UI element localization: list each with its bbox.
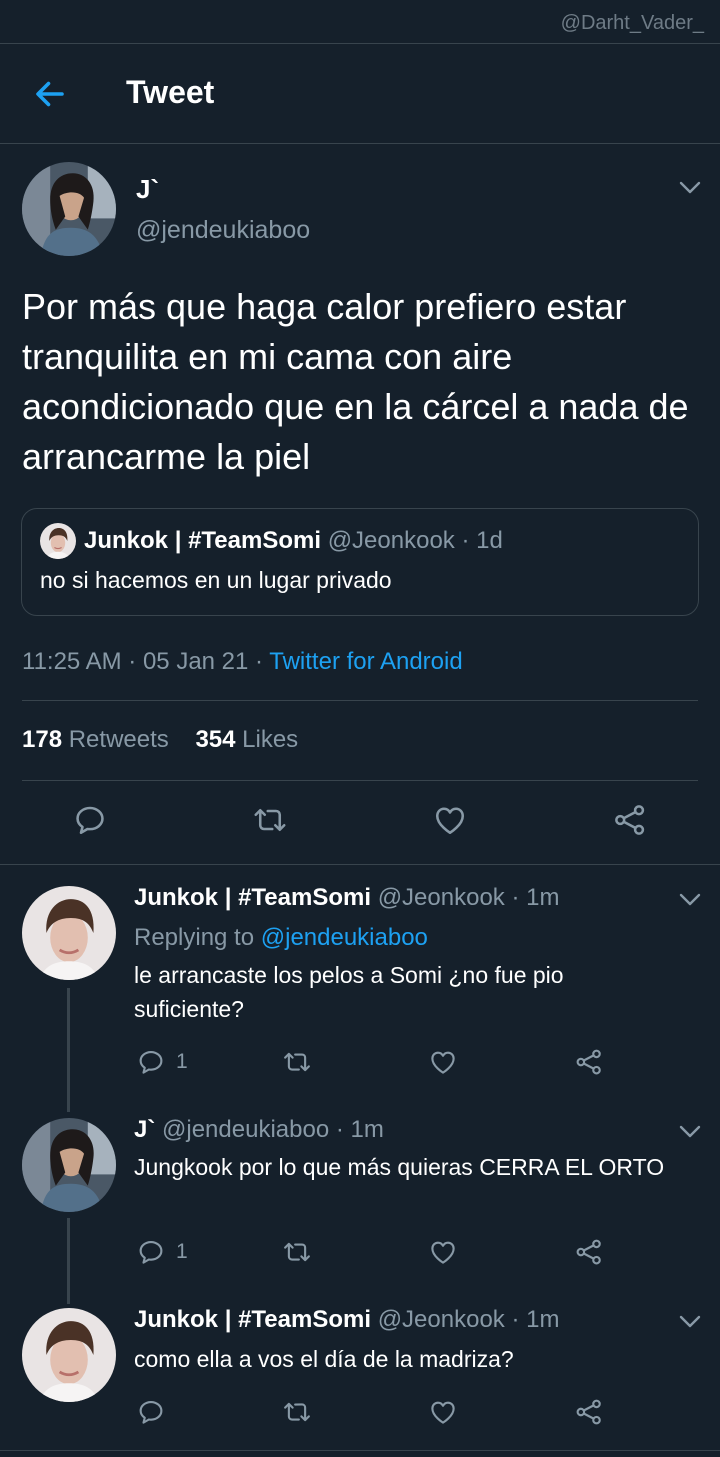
like-button[interactable]	[428, 1396, 458, 1428]
tweet-action-bar	[0, 802, 720, 842]
tweet-stats: 178 Retweets 354 Likes	[22, 726, 298, 754]
author-handle[interactable]: @jendeukiaboo	[136, 216, 310, 245]
quoted-tweet[interactable]: Junkok | #TeamSomi @Jeonkook · 1d no si …	[21, 508, 699, 616]
quote-header: Junkok | #TeamSomi @Jeonkook · 1d	[84, 527, 503, 555]
reply-avatar[interactable]	[22, 1118, 116, 1212]
reply-author-handle[interactable]: @Jeonkook	[378, 884, 505, 911]
reply-separator: ·	[511, 884, 520, 911]
reply-author-handle[interactable]: @jendeukiaboo	[162, 1116, 329, 1143]
chevron-down-icon[interactable]	[678, 180, 702, 196]
reply-button[interactable]	[136, 1396, 166, 1428]
stats-divider	[22, 780, 698, 781]
retweet-count: 178	[22, 726, 63, 753]
reply-icon[interactable]	[72, 802, 108, 838]
retweet-button[interactable]	[282, 1236, 312, 1268]
like-icon[interactable]	[432, 802, 468, 838]
replying-to: Replying to @jendeukiaboo	[134, 924, 428, 952]
tweet-source-link[interactable]: Twitter for Android	[269, 648, 462, 675]
like-icon	[428, 1047, 458, 1077]
tweet-text: Por más que haga calor prefiero estar tr…	[22, 286, 689, 477]
likes-stat[interactable]: 354 Likes	[195, 726, 298, 753]
reply-icon	[136, 1047, 166, 1077]
reply-header: J` @jendeukiaboo · 1m	[134, 1116, 384, 1144]
reply-separator: ·	[335, 1116, 344, 1143]
like-button[interactable]	[428, 1046, 458, 1078]
thread-line	[67, 1218, 70, 1304]
reply-time: 1m	[526, 1306, 560, 1333]
likes-label: Likes	[242, 726, 299, 753]
retweet-icon	[282, 1397, 312, 1427]
retweet-button[interactable]	[282, 1396, 312, 1428]
tweet-timestamp: 11:25 AM · 05 Jan 21 ·	[22, 648, 270, 675]
retweet-icon[interactable]	[252, 802, 288, 838]
quote-time: 1d	[476, 527, 503, 554]
replying-to-handle[interactable]: @jendeukiaboo	[261, 924, 428, 951]
reply-count: 1	[176, 1050, 188, 1073]
chevron-down-icon[interactable]	[678, 1124, 702, 1140]
share-icon	[574, 1237, 604, 1267]
reply-time: 1m	[526, 884, 560, 911]
reply-text: Jungkook por lo que más quieras CERRA EL…	[134, 1154, 665, 1180]
reply-text: le arrancaste los pelos a Somi ¿no fue p…	[134, 962, 564, 1022]
quote-author-name: Junkok | #TeamSomi	[84, 527, 322, 554]
reply-text: como ella a vos el día de la madriza?	[134, 1346, 514, 1372]
page-title: Tweet	[126, 74, 215, 110]
reply-icon	[136, 1237, 166, 1267]
actions-divider	[0, 864, 720, 865]
reply-author-name[interactable]: J`	[134, 1116, 155, 1143]
quote-text: no si hacemos en un lugar privado	[40, 567, 392, 593]
like-icon	[428, 1397, 458, 1427]
retweets-label: Retweets	[68, 726, 169, 753]
quote-author-handle: @Jeonkook	[327, 527, 455, 554]
watermark: @Darht_Vader_	[560, 12, 704, 34]
share-icon	[574, 1397, 604, 1427]
reply-button[interactable]: 1	[136, 1236, 188, 1268]
header-bar: Tweet	[0, 44, 720, 144]
share-button[interactable]	[574, 1046, 604, 1078]
share-button[interactable]	[574, 1236, 604, 1268]
header-divider	[0, 143, 720, 144]
reply-time: 1m	[350, 1116, 384, 1143]
reply-author-handle[interactable]: @Jeonkook	[378, 1306, 505, 1333]
author-name[interactable]: J`	[136, 174, 159, 205]
quote-avatar	[40, 523, 76, 559]
reply-header: Junkok | #TeamSomi @Jeonkook · 1m	[134, 884, 559, 912]
reply-icon	[136, 1397, 166, 1427]
reply-author-name[interactable]: Junkok | #TeamSomi	[134, 1306, 371, 1333]
like-icon	[428, 1237, 458, 1267]
back-arrow-icon[interactable]	[32, 76, 68, 112]
reply-author-name[interactable]: Junkok | #TeamSomi	[134, 884, 371, 911]
chevron-down-icon[interactable]	[678, 1314, 702, 1330]
reply-count: 1	[176, 1240, 188, 1263]
meta-divider	[22, 700, 698, 701]
like-button[interactable]	[428, 1236, 458, 1268]
reply-avatar[interactable]	[22, 1308, 116, 1402]
tweet-meta: 11:25 AM · 05 Jan 21 · Twitter for Andro…	[22, 648, 463, 676]
share-button[interactable]	[574, 1396, 604, 1428]
share-icon[interactable]	[612, 802, 648, 838]
reply-button[interactable]: 1	[136, 1046, 188, 1078]
thread-line	[67, 988, 70, 1112]
replying-to-label: Replying to	[134, 924, 261, 951]
reply-header: Junkok | #TeamSomi @Jeonkook · 1m	[134, 1306, 559, 1334]
author-avatar[interactable]	[22, 162, 116, 256]
like-count: 354	[195, 726, 236, 753]
chevron-down-icon[interactable]	[678, 892, 702, 908]
retweet-icon	[282, 1237, 312, 1267]
reply-avatar[interactable]	[22, 886, 116, 980]
quote-separator: ·	[461, 527, 470, 554]
reply-separator: ·	[511, 1306, 520, 1333]
retweet-icon	[282, 1047, 312, 1077]
bottom-divider	[0, 1450, 720, 1451]
retweets-stat[interactable]: 178 Retweets	[22, 726, 169, 753]
share-icon	[574, 1047, 604, 1077]
retweet-button[interactable]	[282, 1046, 312, 1078]
